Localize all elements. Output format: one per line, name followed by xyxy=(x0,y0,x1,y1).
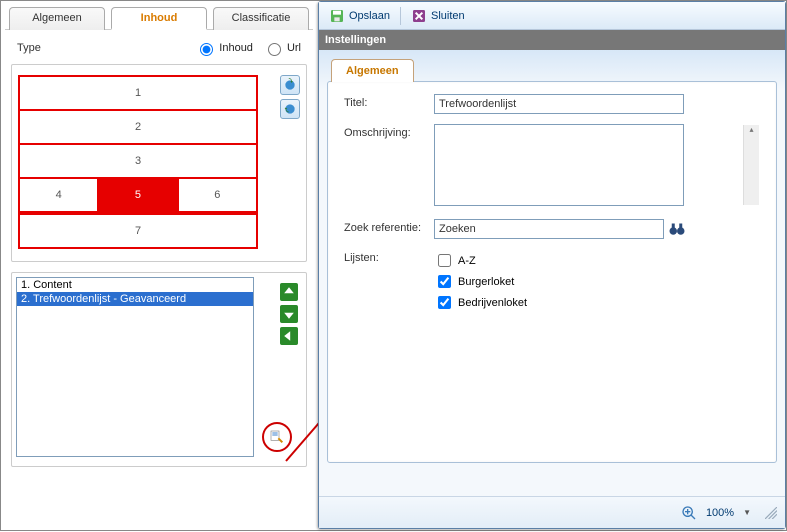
dialog-form: Titel: Omschrijving: Zoek referentie: xyxy=(327,81,777,463)
radio-url[interactable]: Url xyxy=(263,40,301,56)
layout-cell-6[interactable]: 6 xyxy=(177,177,258,213)
checkbox-az[interactable]: A-Z xyxy=(434,251,760,270)
radio-url-label: Url xyxy=(287,42,301,54)
edit-properties-button[interactable] xyxy=(262,422,292,452)
globe-refresh-icon-2[interactable] xyxy=(280,99,300,119)
list-item[interactable]: 1. Content xyxy=(17,278,253,292)
checkbox-bedrijvenloket[interactable]: Bedrijvenloket xyxy=(434,293,760,312)
resize-grip-icon[interactable] xyxy=(765,507,777,519)
layout-side-icons xyxy=(280,75,300,119)
save-button-label: Opslaan xyxy=(349,10,390,22)
layout-cell-3[interactable]: 3 xyxy=(18,143,258,179)
close-button[interactable]: Sluiten xyxy=(407,6,469,26)
checkbox-burgerloket[interactable]: Burgerloket xyxy=(434,272,760,291)
properties-icon xyxy=(269,429,285,445)
checkbox-burgerloket-label: Burgerloket xyxy=(458,276,514,288)
omschrijving-label: Omschrijving: xyxy=(344,124,434,209)
radio-inhoud[interactable]: Inhoud xyxy=(195,40,253,56)
dialog-tabs: Algemeen xyxy=(327,56,777,81)
dialog-body: Algemeen Titel: Omschrijving: Zoek refer… xyxy=(319,50,785,496)
zoom-icon xyxy=(681,505,697,521)
move-left-icon[interactable] xyxy=(280,327,298,345)
titel-input[interactable] xyxy=(434,94,684,114)
list-item[interactable]: 2. Trefwoordenlijst - Geavanceerd xyxy=(17,292,253,306)
layout-cell-5[interactable]: 5 xyxy=(97,177,178,213)
globe-refresh-icon[interactable] xyxy=(280,75,300,95)
dialog-title: Instellingen xyxy=(319,30,785,50)
save-button[interactable]: Opslaan xyxy=(325,6,394,26)
zoek-referentie-input[interactable] xyxy=(434,219,664,239)
layout-cell-1[interactable]: 1 xyxy=(18,75,258,111)
zoom-dropdown-icon[interactable]: ▼ xyxy=(743,508,751,517)
tab-algemeen[interactable]: Algemeen xyxy=(9,7,105,30)
radio-inhoud-label: Inhoud xyxy=(219,42,253,54)
type-row: Type Inhoud Url xyxy=(5,30,313,62)
checkbox-bedrijvenloket-label: Bedrijvenloket xyxy=(458,297,527,309)
layout-cell-4[interactable]: 4 xyxy=(18,177,99,213)
tab-classificatie[interactable]: Classificatie xyxy=(213,7,309,30)
type-label: Type xyxy=(17,42,41,54)
layout-card: 1 2 3 4 5 6 7 xyxy=(11,64,307,262)
checkbox-az-label: A-Z xyxy=(458,255,476,267)
layout-cell-7[interactable]: 7 xyxy=(18,213,258,249)
save-icon xyxy=(329,8,345,24)
omschrijving-input[interactable] xyxy=(434,124,684,206)
settings-dialog: Opslaan Sluiten Instellingen Algemeen Ti… xyxy=(318,1,786,529)
search-lookup-button[interactable] xyxy=(668,220,686,239)
scrollbar[interactable] xyxy=(743,125,759,205)
content-listbox[interactable]: 1. Content 2. Trefwoordenlijst - Geavanc… xyxy=(16,277,254,457)
toolbar-separator xyxy=(400,7,401,25)
tab-inhoud[interactable]: Inhoud xyxy=(111,7,207,30)
layout-cell-2[interactable]: 2 xyxy=(18,109,258,145)
content-list-card: 1. Content 2. Trefwoordenlijst - Geavanc… xyxy=(11,272,307,467)
move-down-icon[interactable] xyxy=(280,305,298,323)
titel-label: Titel: xyxy=(344,94,434,114)
move-up-icon[interactable] xyxy=(280,283,298,301)
dialog-footer: 100% ▼ xyxy=(319,496,785,528)
close-button-label: Sluiten xyxy=(431,10,465,22)
outer-tabs: Algemeen Inhoud Classificatie xyxy=(5,5,313,30)
zoek-referentie-label: Zoek referentie: xyxy=(344,219,434,239)
close-icon xyxy=(411,8,427,24)
dialog-tab-algemeen[interactable]: Algemeen xyxy=(331,59,414,82)
binoculars-icon xyxy=(668,220,686,236)
list-action-icons xyxy=(280,283,298,345)
lijsten-label: Lijsten: xyxy=(344,249,434,314)
layout-grid: 1 2 3 4 5 6 7 xyxy=(18,75,258,249)
zoom-level[interactable]: 100% xyxy=(701,505,739,521)
dialog-toolbar: Opslaan Sluiten xyxy=(319,2,785,30)
